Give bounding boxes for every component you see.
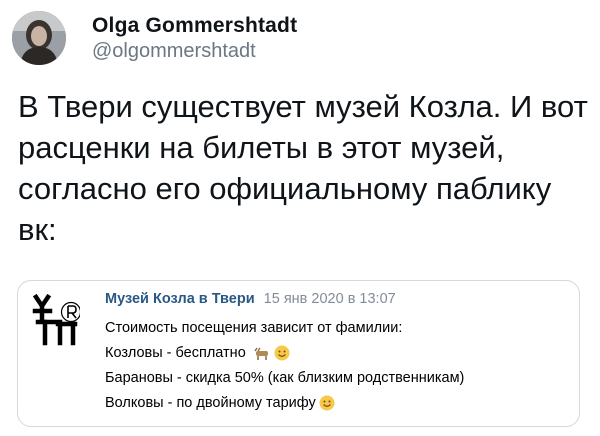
post-date[interactable]: 15 янв 2020 в 13:07: [264, 291, 396, 307]
tweet-text: В Твери существует музей Козла. И вот ра…: [18, 89, 588, 247]
museum-logo-icon: [32, 294, 80, 346]
smile-icon: [274, 345, 290, 361]
post-line: Барановы - скидка 50% (как близким родст…: [105, 370, 465, 386]
post-line-with-emoji: Волковы - по двойному тарифу: [105, 391, 464, 416]
post-line: Стоимость посещения зависит от фамилии:: [105, 320, 403, 336]
smile-icon: [319, 395, 335, 411]
post-line-with-emoji: Козловы - бесплатно: [105, 341, 464, 366]
post-author-link[interactable]: Музей Козла в Твери: [105, 291, 255, 307]
tweet-display-name[interactable]: Olga Gommershtadt: [92, 14, 297, 38]
tweet-handle[interactable]: @olgommershtadt: [92, 40, 256, 63]
goat-icon: [254, 347, 268, 361]
tweet-author-avatar[interactable]: [12, 11, 66, 65]
post-line: Козловы - бесплатно: [105, 345, 246, 361]
quoted-vk-post[interactable]: Музей Козла в Твери 15 янв 2020 в 13:07 …: [17, 280, 580, 427]
post-line: Волковы - по двойному тарифу: [105, 395, 316, 411]
avatar-photo: [12, 11, 66, 65]
